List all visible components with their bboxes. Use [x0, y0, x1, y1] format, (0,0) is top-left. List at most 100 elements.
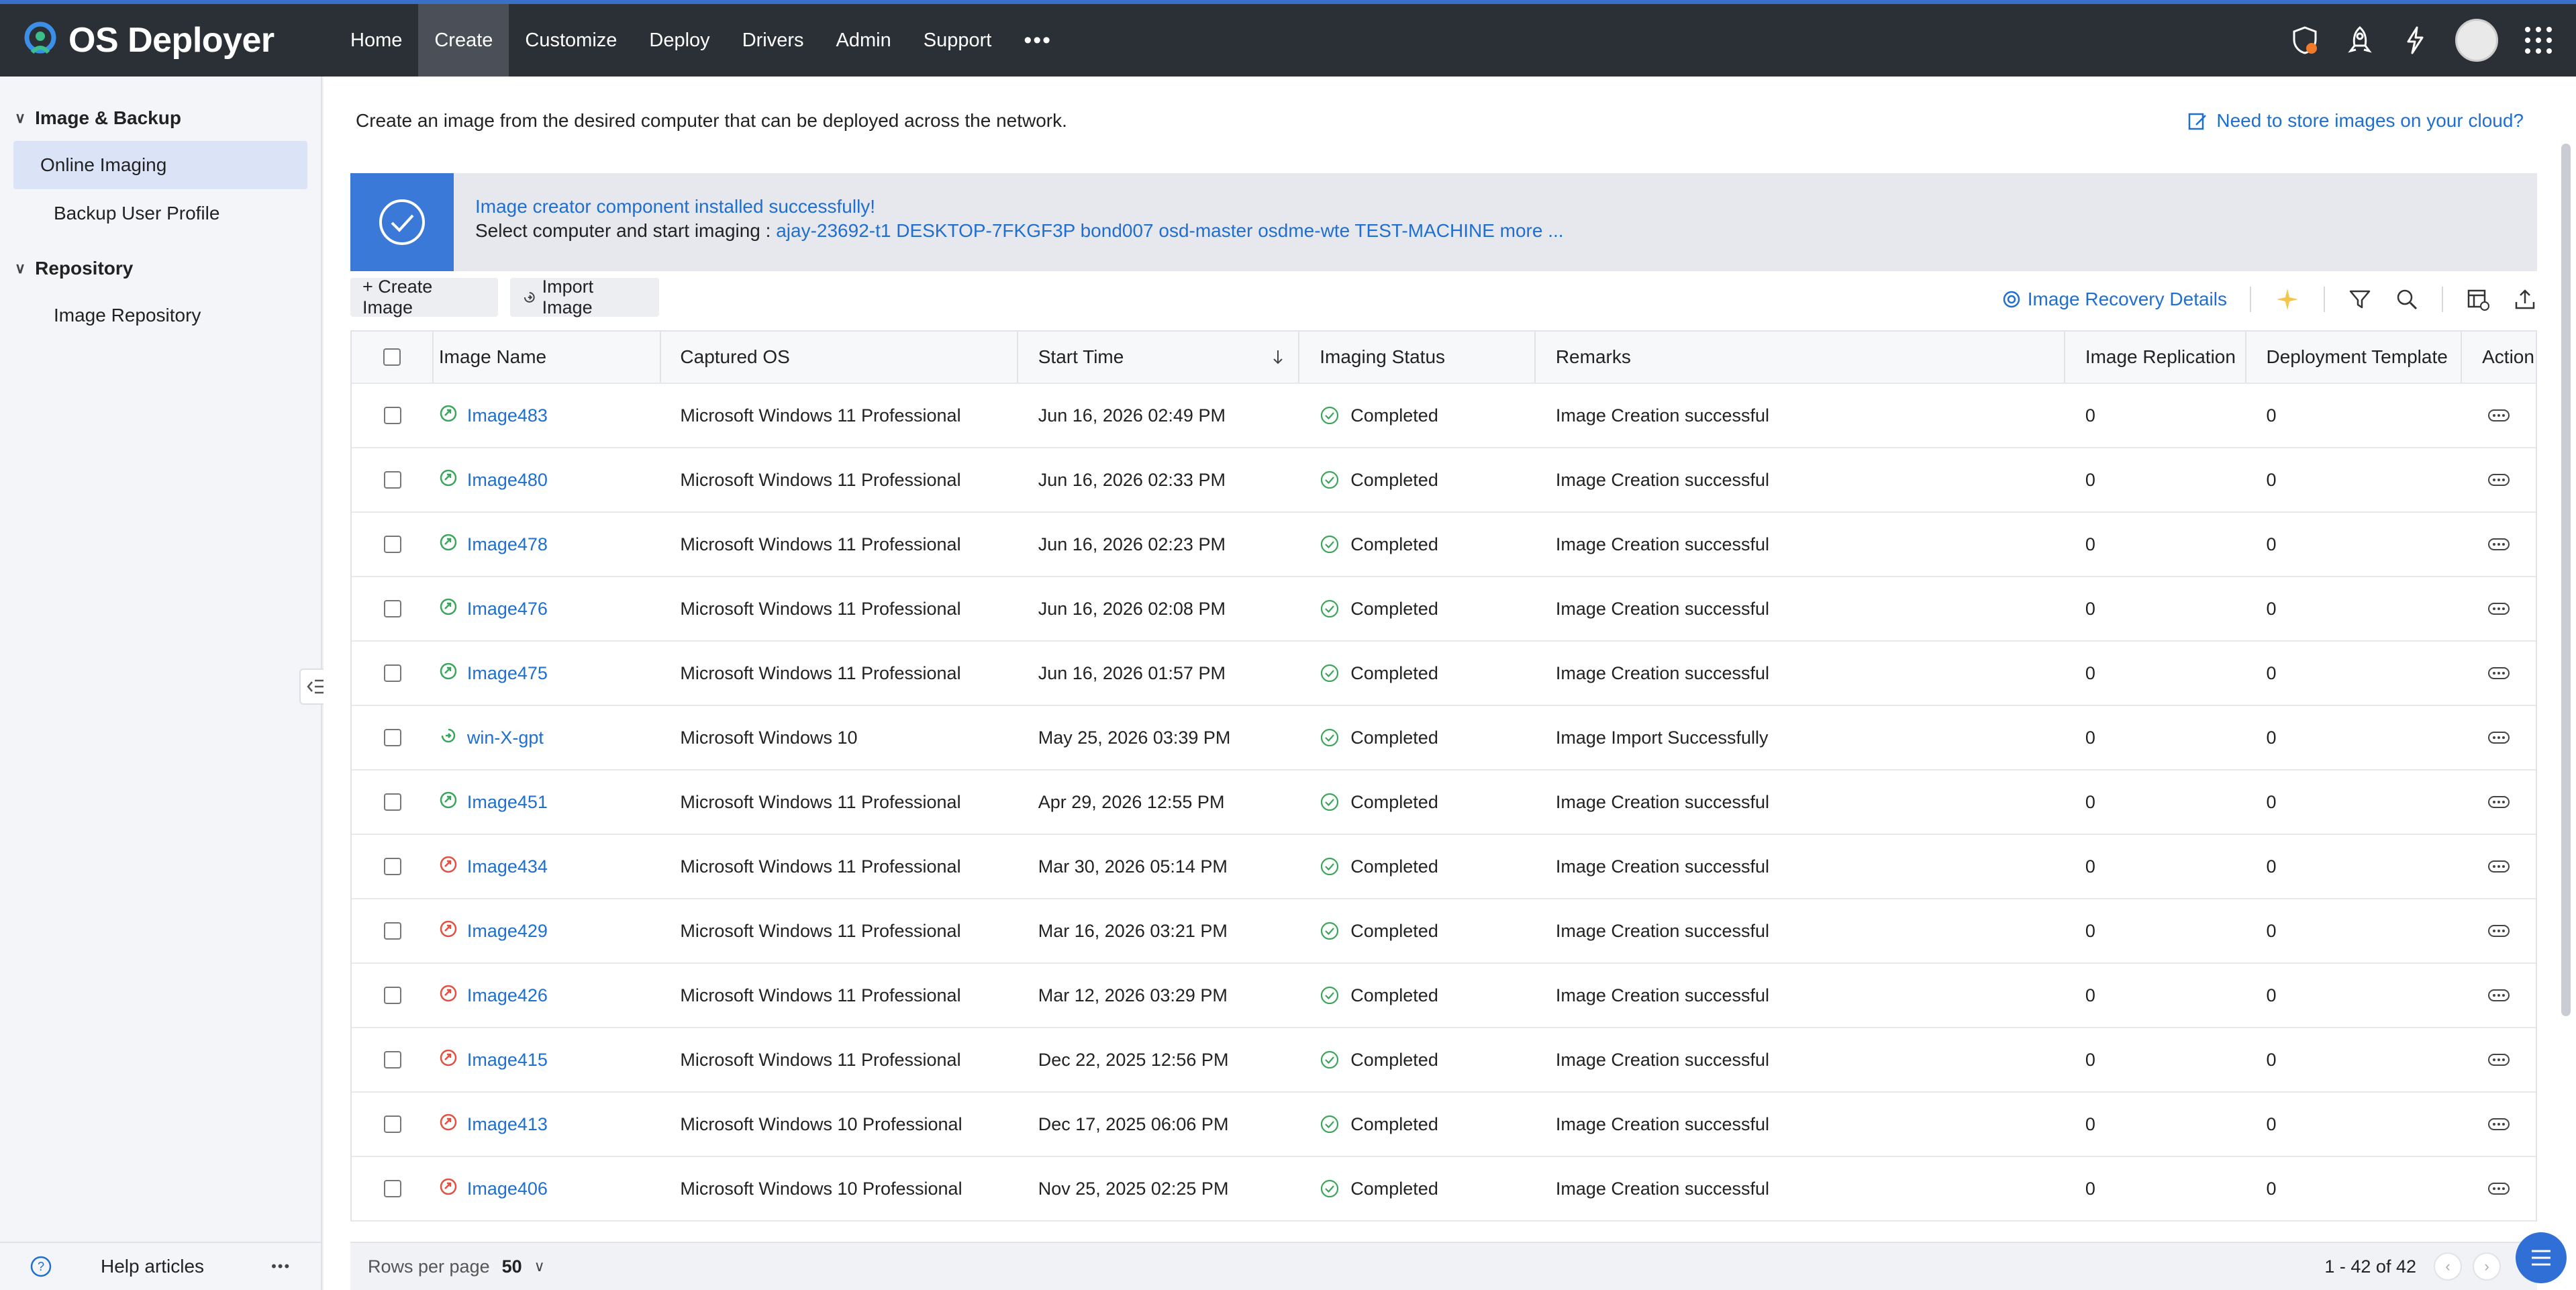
- header-remarks[interactable]: Remarks: [1536, 332, 2065, 383]
- image-replication: 0: [2085, 791, 2095, 812]
- nav-more-icon[interactable]: •••: [1007, 4, 1068, 77]
- search-icon[interactable]: [2395, 287, 2419, 311]
- row-checkbox[interactable]: [383, 407, 401, 424]
- more-icon[interactable]: •••: [271, 1258, 291, 1275]
- row-checkbox[interactable]: [383, 664, 401, 682]
- more-actions-icon[interactable]: [2487, 666, 2510, 680]
- nav-drivers[interactable]: Drivers: [726, 4, 820, 77]
- help-icon[interactable]: ?: [30, 1255, 52, 1278]
- cloud-storage-link[interactable]: Need to store images on your cloud?: [2187, 110, 2524, 132]
- image-name: Image478: [466, 534, 548, 554]
- header-start-time[interactable]: Start Time: [1018, 332, 1300, 383]
- row-checkbox[interactable]: [383, 471, 401, 489]
- vertical-scrollbar[interactable]: [2561, 144, 2571, 1016]
- image-name-link[interactable]: Image451: [439, 791, 548, 814]
- row-checkbox[interactable]: [383, 600, 401, 617]
- check-circle-icon: [350, 173, 454, 271]
- more-actions-icon[interactable]: [2487, 409, 2510, 422]
- nav-support[interactable]: Support: [907, 4, 1008, 77]
- completed-check-icon: [1321, 535, 1339, 554]
- shield-alert-icon[interactable]: [2290, 26, 2320, 55]
- nav-create[interactable]: Create: [418, 4, 509, 77]
- row-checkbox[interactable]: [383, 1115, 401, 1133]
- image-name-link[interactable]: Image480: [439, 468, 548, 492]
- rocket-icon[interactable]: [2345, 26, 2375, 55]
- next-page-button[interactable]: ›: [2473, 1252, 2501, 1281]
- header-image-replication[interactable]: Image Replication: [2065, 332, 2246, 383]
- help-articles-link[interactable]: Help articles: [101, 1256, 204, 1277]
- brand[interactable]: OS Deployer: [19, 19, 334, 62]
- row-select-cell: [352, 835, 434, 898]
- image-name-link[interactable]: Image483: [439, 404, 548, 428]
- row-checkbox[interactable]: [383, 729, 401, 746]
- nav-deploy[interactable]: Deploy: [633, 4, 726, 77]
- image-name-cell: Image429: [434, 899, 662, 962]
- pagination-count: 1 - 42 of 42: [2324, 1256, 2416, 1277]
- deployment-template: 0: [2266, 469, 2277, 490]
- image-name-link[interactable]: Image476: [439, 597, 548, 621]
- row-checkbox[interactable]: [383, 536, 401, 553]
- more-actions-icon[interactable]: [2487, 473, 2510, 487]
- more-actions-icon[interactable]: [2487, 1182, 2510, 1195]
- more-actions-icon[interactable]: [2487, 731, 2510, 744]
- more-actions-icon[interactable]: [2487, 602, 2510, 615]
- image-name-link[interactable]: Image478: [439, 533, 548, 556]
- row-checkbox[interactable]: [383, 922, 401, 940]
- image-recovery-details-link[interactable]: Image Recovery Details: [2002, 289, 2227, 310]
- more-actions-icon[interactable]: [2487, 795, 2510, 809]
- row-checkbox[interactable]: [383, 1051, 401, 1069]
- app-grid-icon[interactable]: [2524, 26, 2553, 55]
- image-name-link[interactable]: Image413: [439, 1113, 548, 1136]
- user-avatar[interactable]: [2455, 19, 2498, 62]
- nav-admin[interactable]: Admin: [820, 4, 907, 77]
- sort-desc-icon[interactable]: [1271, 348, 1285, 366]
- image-name-link[interactable]: Image415: [439, 1048, 548, 1072]
- more-actions-icon[interactable]: [2487, 1118, 2510, 1131]
- header-captured-os[interactable]: Captured OS: [661, 332, 1018, 383]
- image-name-link[interactable]: Image475: [439, 662, 548, 685]
- sparkle-ai-icon[interactable]: [2274, 286, 2301, 313]
- sidebar-group-image-backup[interactable]: ∨ Image & Backup: [0, 103, 321, 133]
- more-actions-icon[interactable]: [2487, 1053, 2510, 1066]
- start-time: Mar 30, 2026 05:14 PM: [1038, 856, 1228, 877]
- image-name-link[interactable]: Image434: [439, 855, 548, 879]
- sidebar-group-repository[interactable]: ∨ Repository: [0, 254, 321, 283]
- header-image-name[interactable]: Image Name: [434, 332, 662, 383]
- header-deployment-template[interactable]: Deployment Template: [2246, 332, 2463, 383]
- select-all-checkbox[interactable]: [383, 348, 401, 366]
- more-actions-icon[interactable]: [2487, 989, 2510, 1002]
- row-checkbox[interactable]: [383, 1180, 401, 1197]
- header-imaging-status[interactable]: Imaging Status: [1299, 332, 1536, 383]
- row-checkbox[interactable]: [383, 793, 401, 811]
- nav-customize[interactable]: Customize: [509, 4, 633, 77]
- imaging-status-cell: Completed: [1299, 706, 1536, 769]
- menu-fab-button[interactable]: [2516, 1232, 2567, 1283]
- image-name-link[interactable]: win-X-gpt: [439, 726, 544, 750]
- nav-home[interactable]: Home: [334, 4, 418, 77]
- import-image-button[interactable]: Import Image: [510, 277, 659, 317]
- sidebar-item-backup-user-profile[interactable]: Backup User Profile: [13, 189, 307, 238]
- more-actions-icon[interactable]: [2487, 924, 2510, 938]
- sidebar-item-online-imaging[interactable]: Online Imaging: [13, 141, 307, 189]
- sidebar-item-image-repository[interactable]: Image Repository: [13, 291, 307, 340]
- export-icon[interactable]: [2513, 287, 2537, 311]
- rows-per-page-select[interactable]: 50: [502, 1256, 522, 1277]
- image-name-link[interactable]: Image406: [439, 1177, 548, 1201]
- more-actions-icon[interactable]: [2487, 860, 2510, 873]
- row-checkbox[interactable]: [383, 858, 401, 875]
- lightning-icon[interactable]: [2400, 26, 2430, 55]
- banner-host-links[interactable]: ajay-23692-t1 DESKTOP-7FKGF3P bond007 os…: [776, 220, 1563, 241]
- banner-title: Image creator component installed succes…: [475, 196, 876, 217]
- create-image-button[interactable]: + Create Image: [350, 277, 498, 317]
- chevron-down-icon[interactable]: ∨: [534, 1258, 545, 1275]
- action-cell: [2462, 964, 2536, 1027]
- row-checkbox[interactable]: [383, 987, 401, 1004]
- filter-icon[interactable]: [2348, 287, 2372, 311]
- image-replication: 0: [2085, 1178, 2095, 1199]
- more-actions-icon[interactable]: [2487, 538, 2510, 551]
- image-name-link[interactable]: Image429: [439, 920, 548, 943]
- image-name-link[interactable]: Image426: [439, 984, 548, 1007]
- deployment-template: 0: [2266, 534, 2277, 554]
- column-settings-icon[interactable]: [2466, 287, 2490, 311]
- previous-page-button[interactable]: ‹: [2434, 1252, 2462, 1281]
